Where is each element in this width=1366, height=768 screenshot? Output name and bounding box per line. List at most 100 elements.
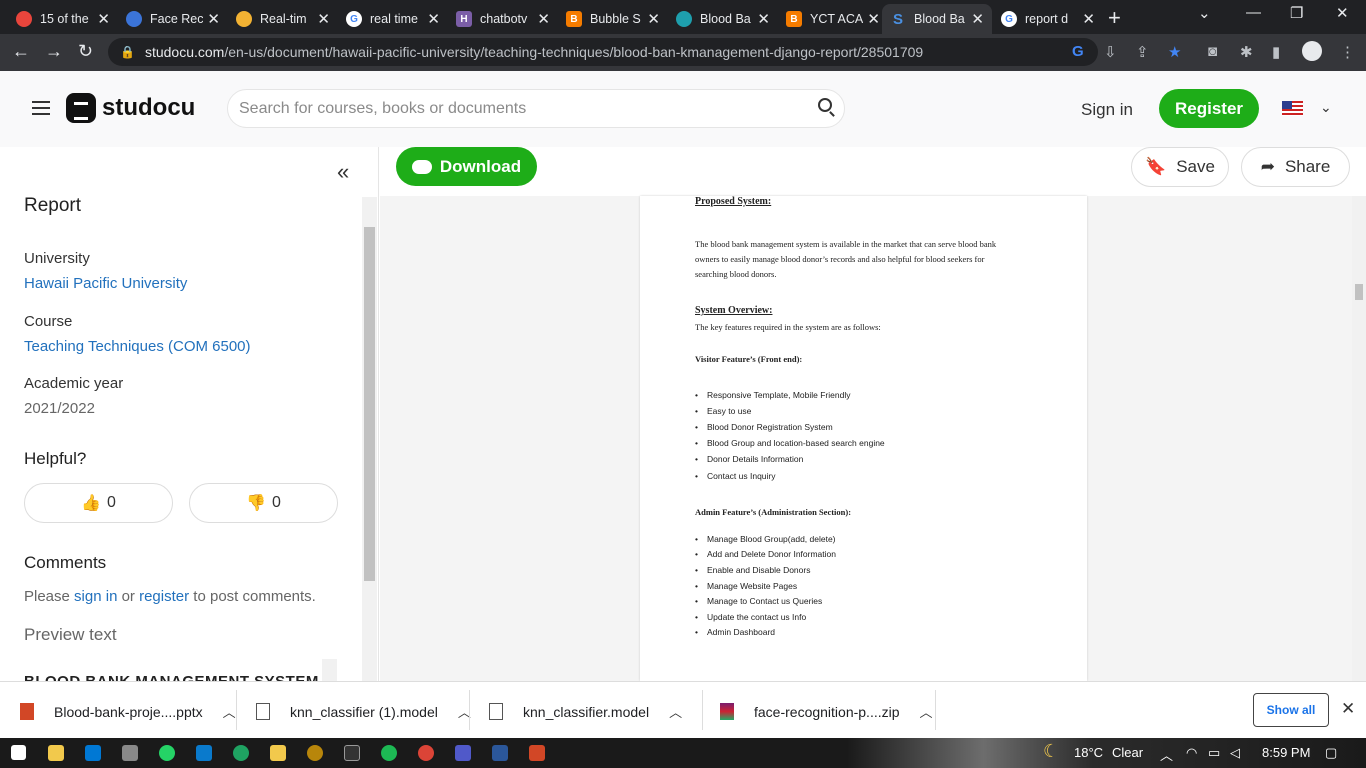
paint-icon[interactable] [270, 745, 286, 761]
restore-icon[interactable]: ❐ [1290, 4, 1303, 22]
studocu-logo[interactable]: studocu [66, 93, 195, 123]
windows-start-icon[interactable] [11, 745, 26, 760]
forward-icon[interactable]: → [45, 41, 63, 62]
notifications-icon[interactable]: ▢ [1325, 745, 1337, 761]
tab-4[interactable]: Greal time ✕ [338, 4, 448, 34]
teams-icon[interactable] [455, 745, 471, 761]
tab-10[interactable]: Greport d ✕ [993, 4, 1103, 34]
side-panel-icon[interactable]: ▮ [1272, 43, 1280, 61]
sidebar-scrollbar-thumb[interactable] [364, 227, 375, 581]
tab-3[interactable]: Real-tim ✕ [228, 4, 338, 34]
page-scrollbar-thumb[interactable] [1355, 284, 1363, 300]
comment-sign-in-link[interactable]: sign in [74, 588, 117, 605]
search-input[interactable]: Search for courses, books or documents [227, 89, 845, 128]
tab-search-icon[interactable]: ⌄ [1198, 4, 1211, 22]
download-item[interactable]: face-recognition-p....zip ︿ [720, 702, 933, 721]
weather-condition[interactable]: Clear [1112, 745, 1143, 760]
tray-chevron-icon[interactable]: ︿ [1160, 745, 1173, 764]
google-lens-icon[interactable]: G [1072, 43, 1084, 60]
vscode-icon[interactable] [196, 745, 212, 761]
tab-6[interactable]: B Bubble S ✕ [558, 4, 668, 34]
save-button[interactable]: 🔖 Save [1131, 147, 1229, 187]
url-bar[interactable]: 🔒 studocu.com/en-us/document/hawaii-paci… [108, 38, 1098, 66]
tab-5[interactable]: Hchatbotv ✕ [448, 4, 558, 34]
new-tab-button[interactable]: + [1108, 5, 1121, 31]
download-button[interactable]: Download [396, 147, 537, 186]
register-button[interactable]: Register [1159, 89, 1259, 128]
extensions-puzzle-icon[interactable]: ✱ [1240, 43, 1253, 61]
academic-year-value: 2021/2022 [24, 400, 95, 417]
chevron-up-icon[interactable]: ︿ [920, 702, 933, 721]
menu-dots-icon[interactable]: ⋮ [1340, 43, 1355, 61]
chevron-down-icon[interactable]: ⌄ [1320, 99, 1332, 116]
close-icon[interactable]: ✕ [757, 10, 770, 28]
search-icon[interactable] [818, 98, 832, 112]
share-button[interactable]: ➦ Share [1241, 147, 1350, 187]
edge-icon[interactable] [233, 745, 249, 761]
page-scrollbar[interactable] [1352, 196, 1366, 681]
install-icon[interactable]: ⇩ [1104, 43, 1117, 61]
volume-icon[interactable]: ◁ [1230, 745, 1240, 761]
close-icon[interactable]: ✕ [317, 10, 330, 28]
close-icon[interactable]: ✕ [971, 10, 984, 28]
profile-avatar[interactable] [1302, 41, 1322, 61]
show-all-downloads-button[interactable]: Show all [1253, 693, 1329, 727]
terminal-icon[interactable] [344, 745, 360, 761]
camera-extension-icon[interactable]: ◙ [1208, 43, 1217, 60]
tab-7[interactable]: Blood Ba ✕ [668, 4, 778, 34]
collapse-sidebar-icon[interactable]: « [337, 159, 349, 185]
minimize-icon[interactable]: — [1246, 4, 1261, 21]
battery-icon[interactable]: ▭ [1208, 745, 1220, 761]
store-icon[interactable] [122, 745, 138, 761]
sign-in-link[interactable]: Sign in [1081, 100, 1133, 120]
clock-time[interactable]: 8:59 PM [1262, 745, 1310, 760]
close-icon[interactable]: ✕ [537, 10, 550, 28]
whatsapp-icon[interactable] [159, 745, 175, 761]
bookmark-star-icon[interactable]: ★ [1168, 43, 1181, 61]
close-icon[interactable]: ✕ [1082, 10, 1095, 28]
course-link[interactable]: Teaching Techniques (COM 6500) [24, 338, 251, 355]
share-page-icon[interactable]: ⇪ [1136, 43, 1149, 61]
chevron-up-icon[interactable]: ︿ [223, 702, 236, 721]
tab-2[interactable]: Face Rec ✕ [118, 4, 228, 34]
close-downloads-icon[interactable]: ✕ [1341, 699, 1355, 719]
download-item[interactable]: knn_classifier (1).model ︿ [256, 702, 471, 721]
app-icon[interactable] [307, 745, 323, 761]
url-path: /en-us/document/hawaii-pacific-universit… [224, 44, 924, 60]
google-icon: G [346, 11, 362, 27]
weather-temperature[interactable]: 18°C [1074, 745, 1103, 760]
preview-scrollbar[interactable] [322, 659, 337, 681]
mail-icon[interactable] [85, 745, 101, 761]
download-item[interactable]: knn_classifier.model ︿ [489, 702, 682, 721]
close-icon[interactable]: ✕ [97, 10, 110, 28]
weather-moon-icon[interactable]: ☾ [1043, 741, 1059, 762]
close-icon[interactable]: ✕ [207, 10, 220, 28]
paragraph-line: The key features required in the system … [695, 322, 881, 332]
back-icon[interactable]: ← [12, 41, 30, 62]
chrome-icon[interactable] [418, 745, 434, 761]
chevron-up-icon[interactable]: ︿ [669, 702, 682, 721]
spotify-icon[interactable] [381, 745, 397, 761]
tab-1[interactable]: 15 of the ✕ [8, 4, 118, 34]
wifi-icon[interactable]: ◠ [1186, 745, 1197, 761]
file-explorer-icon[interactable] [48, 745, 64, 761]
word-icon[interactable] [492, 745, 508, 761]
document-page: Proposed System: The blood bank manageme… [640, 196, 1087, 681]
close-icon[interactable]: ✕ [427, 10, 440, 28]
tab-8[interactable]: B YCT ACA ✕ [778, 4, 888, 34]
downvote-button[interactable]: 👎 0 [189, 483, 338, 523]
close-icon[interactable]: ✕ [647, 10, 660, 28]
window-close-icon[interactable]: ✕ [1336, 4, 1349, 22]
hamburger-menu-icon[interactable] [32, 101, 50, 115]
university-link[interactable]: Hawaii Pacific University [24, 275, 187, 292]
thumbs-up-icon: 👍 [81, 495, 101, 512]
powerpoint-icon[interactable] [529, 745, 545, 761]
reload-icon[interactable]: ↻ [78, 41, 93, 62]
comment-register-link[interactable]: register [139, 588, 189, 605]
sidebar-scrollbar[interactable] [362, 197, 377, 681]
download-item[interactable]: Blood-bank-proje....pptx ︿ [20, 702, 236, 721]
tab-9-active[interactable]: S Blood Ba ✕ [882, 4, 992, 34]
close-icon[interactable]: ✕ [867, 10, 880, 28]
upvote-button[interactable]: 👍 0 [24, 483, 173, 523]
us-flag-icon[interactable] [1282, 101, 1303, 116]
